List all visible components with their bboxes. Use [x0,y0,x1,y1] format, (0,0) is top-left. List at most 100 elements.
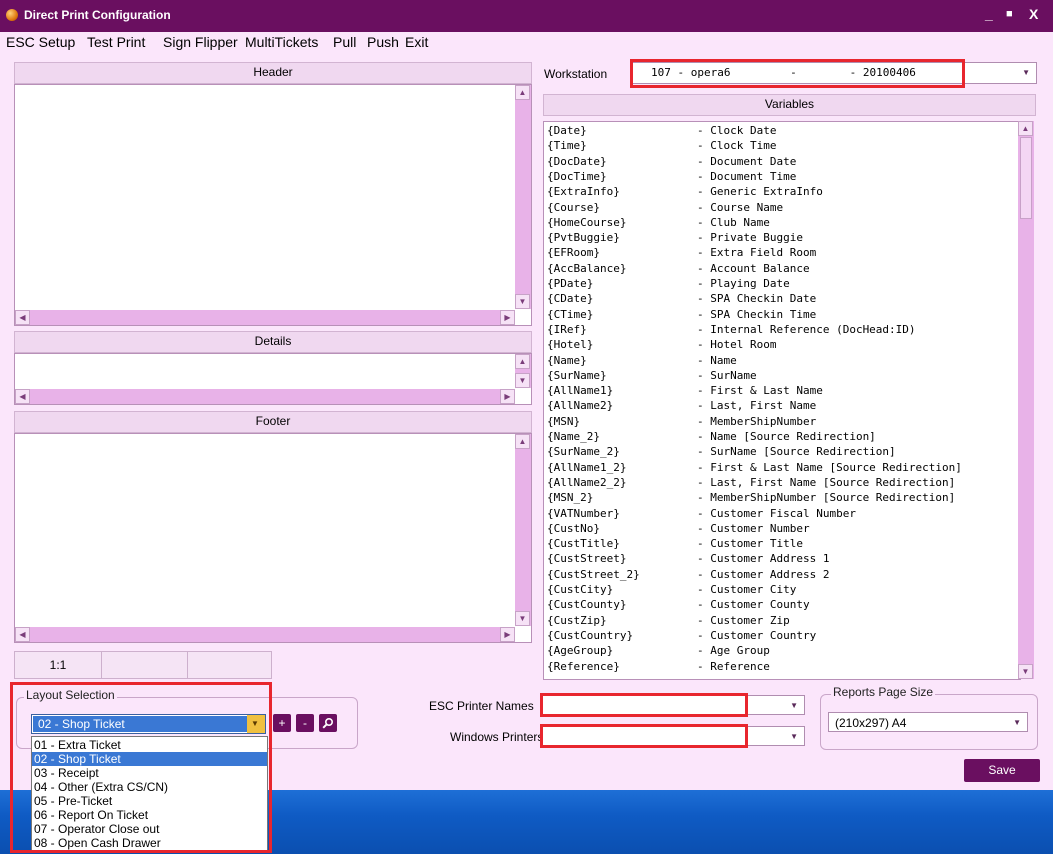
layout-option-02[interactable]: 02 - Shop Ticket [32,752,267,766]
scroll-up-icon[interactable]: ▲ [515,434,530,449]
menu-multitickets[interactable]: MultiTickets [245,34,318,50]
details-vscroll[interactable]: ▲ ▼ [515,354,531,388]
variable-key: {CustCity} [547,583,614,596]
remove-layout-button[interactable]: - [296,714,314,732]
add-layout-button[interactable]: + [273,714,291,732]
footer-hscroll[interactable]: ◀ ▶ [15,627,515,642]
title-bar: Direct Print Configuration _ ■ X [0,0,1053,32]
variable-key: {Reference} [547,659,620,673]
layout-option-05[interactable]: 05 - Pre-Ticket [32,794,267,808]
scroll-left-icon[interactable]: ◀ [15,310,30,325]
menu-sign-flipper[interactable]: Sign Flipper [163,34,238,50]
maximize-button[interactable]: ■ [1006,8,1013,20]
header-textbox[interactable]: ▲ ▼ ◀ ▶ [14,84,532,326]
layout-selection-title: Layout Selection [24,688,117,702]
search-icon [322,717,334,729]
layout-option-07[interactable]: 07 - Operator Close out [32,822,267,836]
chevron-down-icon: ▼ [1013,718,1021,727]
layout-options-list: 01 - Extra Ticket 02 - Shop Ticket 03 - … [31,736,268,852]
search-layout-button[interactable] [319,714,337,732]
variable-description: - Last, First Name [Source Redirection] [697,475,956,489]
layout-option-08[interactable]: 08 - Open Cash Drawer [32,836,267,850]
variable-key: {Hotel} [547,338,594,352]
variable-key: {SurName_2} [547,445,620,459]
variable-key: {CustNo} [547,521,600,535]
variable-key: {CDate} [547,292,594,306]
variable-description: - Document Date [697,154,797,168]
details-textbox[interactable]: ▲ ▼ ◀ ▶ [14,353,532,405]
dropdown-button[interactable]: ▼ [247,715,265,733]
scroll-up-icon[interactable]: ▲ [515,85,530,100]
scroll-down-icon[interactable]: ▼ [515,611,530,626]
footer-textbox[interactable]: ▲ ▼ ◀ ▶ [14,433,532,643]
chevron-down-icon: ▼ [251,719,259,728]
variable-description: - Customer City [697,583,797,596]
variable-description: - Customer Number [697,521,810,535]
menu-push[interactable]: Push [367,34,399,50]
windows-printers-combo[interactable]: ▼ [541,726,805,746]
variable-key: {AllName1_2} [547,460,627,474]
scroll-right-icon[interactable]: ▶ [500,310,515,325]
variable-description: - Internal Reference (DocHead:ID) [697,322,916,336]
variable-key: {CustTitle} [547,537,620,551]
variables-list[interactable]: {Date} - Clock Date {Time} - Clock Time {Doc… [543,121,1021,680]
scroll-left-icon[interactable]: ◀ [15,627,30,642]
esc-printer-combo[interactable]: ▼ [541,695,805,715]
windows-printers-label: Windows Printers [450,730,544,744]
scroll-down-icon[interactable]: ▼ [515,373,530,388]
details-hscroll[interactable]: ◀ ▶ [15,389,515,404]
variable-key: {Name_2} [547,430,600,443]
scroll-down-icon[interactable]: ▼ [515,294,530,309]
layout-selected-value: 02 - Shop Ticket [38,717,125,731]
variable-key: {CustCounty} [547,598,627,612]
footer-vscroll[interactable]: ▲ ▼ [515,434,531,626]
layout-option-04[interactable]: 04 - Other (Extra CS/CN) [32,780,267,794]
variable-key: {ExtraInfo} [547,185,620,199]
status-cell-3 [188,652,270,678]
variable-description: - Last, First Name [697,399,817,413]
variable-description: - First & Last Name [Source Redirection] [697,460,962,474]
scroll-up-icon[interactable]: ▲ [1018,121,1033,136]
workstation-combo[interactable]: 107 - opera6 - - 20100406 ▼ [632,62,1037,84]
variable-description: - Customer Address 1 [697,552,830,566]
scroll-thumb[interactable] [1020,137,1032,219]
status-bar: 1:1 [14,651,272,679]
chevron-down-icon: ▼ [790,732,798,741]
header-vscroll[interactable]: ▲ ▼ [515,85,531,309]
variable-description: - Name [697,353,737,367]
layout-option-03[interactable]: 03 - Receipt [32,766,267,780]
menu-esc-setup[interactable]: ESC Setup [6,34,75,50]
layout-option-01[interactable]: 01 - Extra Ticket [32,738,267,752]
variable-key: {DocDate} [547,154,607,168]
variable-description: - Private Buggie [697,231,803,245]
variables-panel-title: Variables [543,94,1036,116]
workstation-value: 107 - opera6 - - 20100406 [651,66,916,79]
status-cell-2 [102,652,188,678]
minimize-button[interactable]: _ [985,6,993,22]
save-button[interactable]: Save [964,759,1040,782]
close-button[interactable]: X [1029,6,1038,22]
details-panel-title: Details [14,331,532,353]
scroll-right-icon[interactable]: ▶ [500,389,515,404]
scroll-right-icon[interactable]: ▶ [500,627,515,642]
scroll-left-icon[interactable]: ◀ [15,389,30,404]
variable-description: - Customer Zip [697,613,790,627]
variable-key: {MSN_2} [547,491,594,505]
variable-description: - SPA Checkin Date [697,292,817,306]
menu-pull[interactable]: Pull [333,34,356,50]
page-size-combo[interactable]: (210x297) A4 ▼ [828,712,1028,732]
variable-description: - Course Name [697,200,784,214]
variable-key: {CustStreet} [547,552,627,566]
layout-option-06[interactable]: 06 - Report On Ticket [32,808,267,822]
scroll-down-icon[interactable]: ▼ [1018,664,1033,679]
layout-combo[interactable]: 02 - Shop Ticket ▼ [31,714,266,734]
variables-vscroll[interactable]: ▲ ▼ [1018,121,1034,679]
header-hscroll[interactable]: ◀ ▶ [15,310,515,325]
variable-key: {CTime} [547,307,594,321]
scroll-up-icon[interactable]: ▲ [515,354,530,369]
menu-exit[interactable]: Exit [405,34,428,50]
esc-printer-label: ESC Printer Names [429,699,534,713]
variable-description: - Customer Fiscal Number [697,506,856,520]
menu-test-print[interactable]: Test Print [87,34,145,50]
variable-key: {CustCountry} [547,628,634,642]
